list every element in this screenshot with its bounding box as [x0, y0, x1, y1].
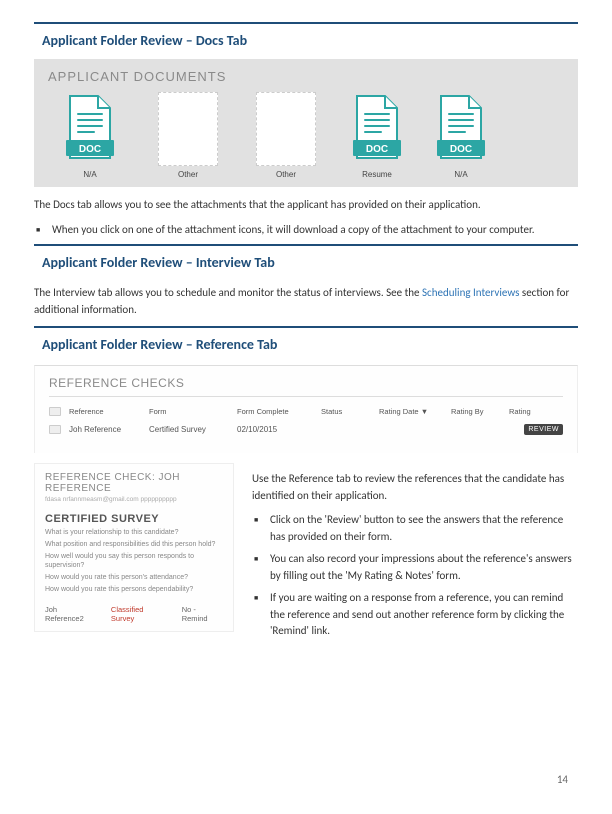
ref-bullet: You can also record your impressions abo…: [270, 551, 578, 584]
interview-text: The Interview tab allows you to schedule…: [34, 285, 578, 318]
cert-question: How would you rate this person's attenda…: [45, 573, 223, 582]
doc-thumb[interactable]: DOC N/A: [48, 92, 132, 179]
checkbox-icon[interactable]: [49, 407, 61, 416]
docs-bullet: When you click on one of the attachment …: [52, 222, 578, 239]
svg-text:DOC: DOC: [450, 144, 472, 155]
bullet-icon: ■: [252, 512, 270, 545]
ref-intro: Use the Reference tab to review the refe…: [252, 471, 578, 504]
svg-text:DOC: DOC: [79, 144, 101, 155]
doc-icon: DOC: [347, 92, 407, 166]
doc-label: Resume: [362, 170, 392, 179]
ref-bullet: If you are waiting on a response from a …: [270, 590, 578, 640]
blank-doc-icon: [256, 92, 316, 166]
cert-sub: fdasa nrfannmeasm@gmail.com pppppppppp: [45, 496, 223, 503]
reference-table-screenshot: REFERENCE CHECKS Reference Form Form Com…: [34, 365, 578, 453]
docs-intro: The Docs tab allows you to see the attac…: [34, 197, 578, 214]
section-divider: [34, 22, 578, 24]
cert-question: How would you rate this persons dependab…: [45, 585, 223, 594]
doc-label: N/A: [454, 170, 467, 179]
cert-title: REFERENCE CHECK: JOH REFERENCE: [45, 472, 223, 494]
doc-icon: DOC: [431, 92, 491, 166]
ref-bullet: Click on the 'Review' button to see the …: [270, 512, 578, 545]
bullet-icon: ■: [252, 551, 270, 584]
doc-label: N/A: [83, 170, 96, 179]
cert-foot-link[interactable]: Classified Survey: [111, 605, 168, 623]
doc-thumb[interactable]: Other: [146, 92, 230, 179]
page-number: 14: [557, 773, 568, 786]
cert-question: How well would you say this person respo…: [45, 552, 223, 570]
ref-header: REFERENCE CHECKS: [49, 376, 563, 397]
docs-screenshot: APPLICANT DOCUMENTS DOC N/A Other: [34, 59, 578, 187]
section-title-interview: Applicant Folder Review – Interview Tab: [34, 252, 578, 277]
scheduling-link[interactable]: Scheduling Interviews: [422, 286, 519, 299]
cert-question: What position and responsibilities did t…: [45, 540, 223, 549]
table-row: Joh Reference Certified Survey 02/10/201…: [49, 420, 563, 439]
review-button[interactable]: REVIEW: [524, 424, 563, 435]
blank-doc-icon: [158, 92, 218, 166]
checkbox-icon[interactable]: [49, 425, 61, 434]
cert-heading: CERTIFIED SURVEY: [45, 513, 223, 525]
section-title-docs: Applicant Folder Review – Docs Tab: [34, 30, 578, 55]
docs-header: APPLICANT DOCUMENTS: [48, 69, 564, 84]
doc-label: Other: [178, 170, 198, 179]
bullet-icon: ■: [252, 590, 270, 640]
bullet-icon: ■: [34, 222, 52, 239]
section-title-reference: Applicant Folder Review – Reference Tab: [34, 334, 578, 359]
cert-foot: No - Remind: [182, 605, 223, 623]
cert-question: What is your relationship to this candid…: [45, 528, 223, 537]
section-divider: [34, 244, 578, 246]
doc-thumb[interactable]: DOC Resume: [342, 92, 412, 179]
certified-survey-screenshot: REFERENCE CHECK: JOH REFERENCE fdasa nrf…: [34, 463, 234, 632]
cert-foot: Joh Reference2: [45, 605, 97, 623]
doc-thumb[interactable]: Other: [244, 92, 328, 179]
doc-thumb[interactable]: DOC N/A: [426, 92, 496, 179]
doc-label: Other: [276, 170, 296, 179]
svg-text:DOC: DOC: [366, 144, 388, 155]
section-divider: [34, 326, 578, 328]
doc-icon: DOC: [60, 92, 120, 166]
table-header-row: Reference Form Form Complete Status Rati…: [49, 403, 563, 420]
